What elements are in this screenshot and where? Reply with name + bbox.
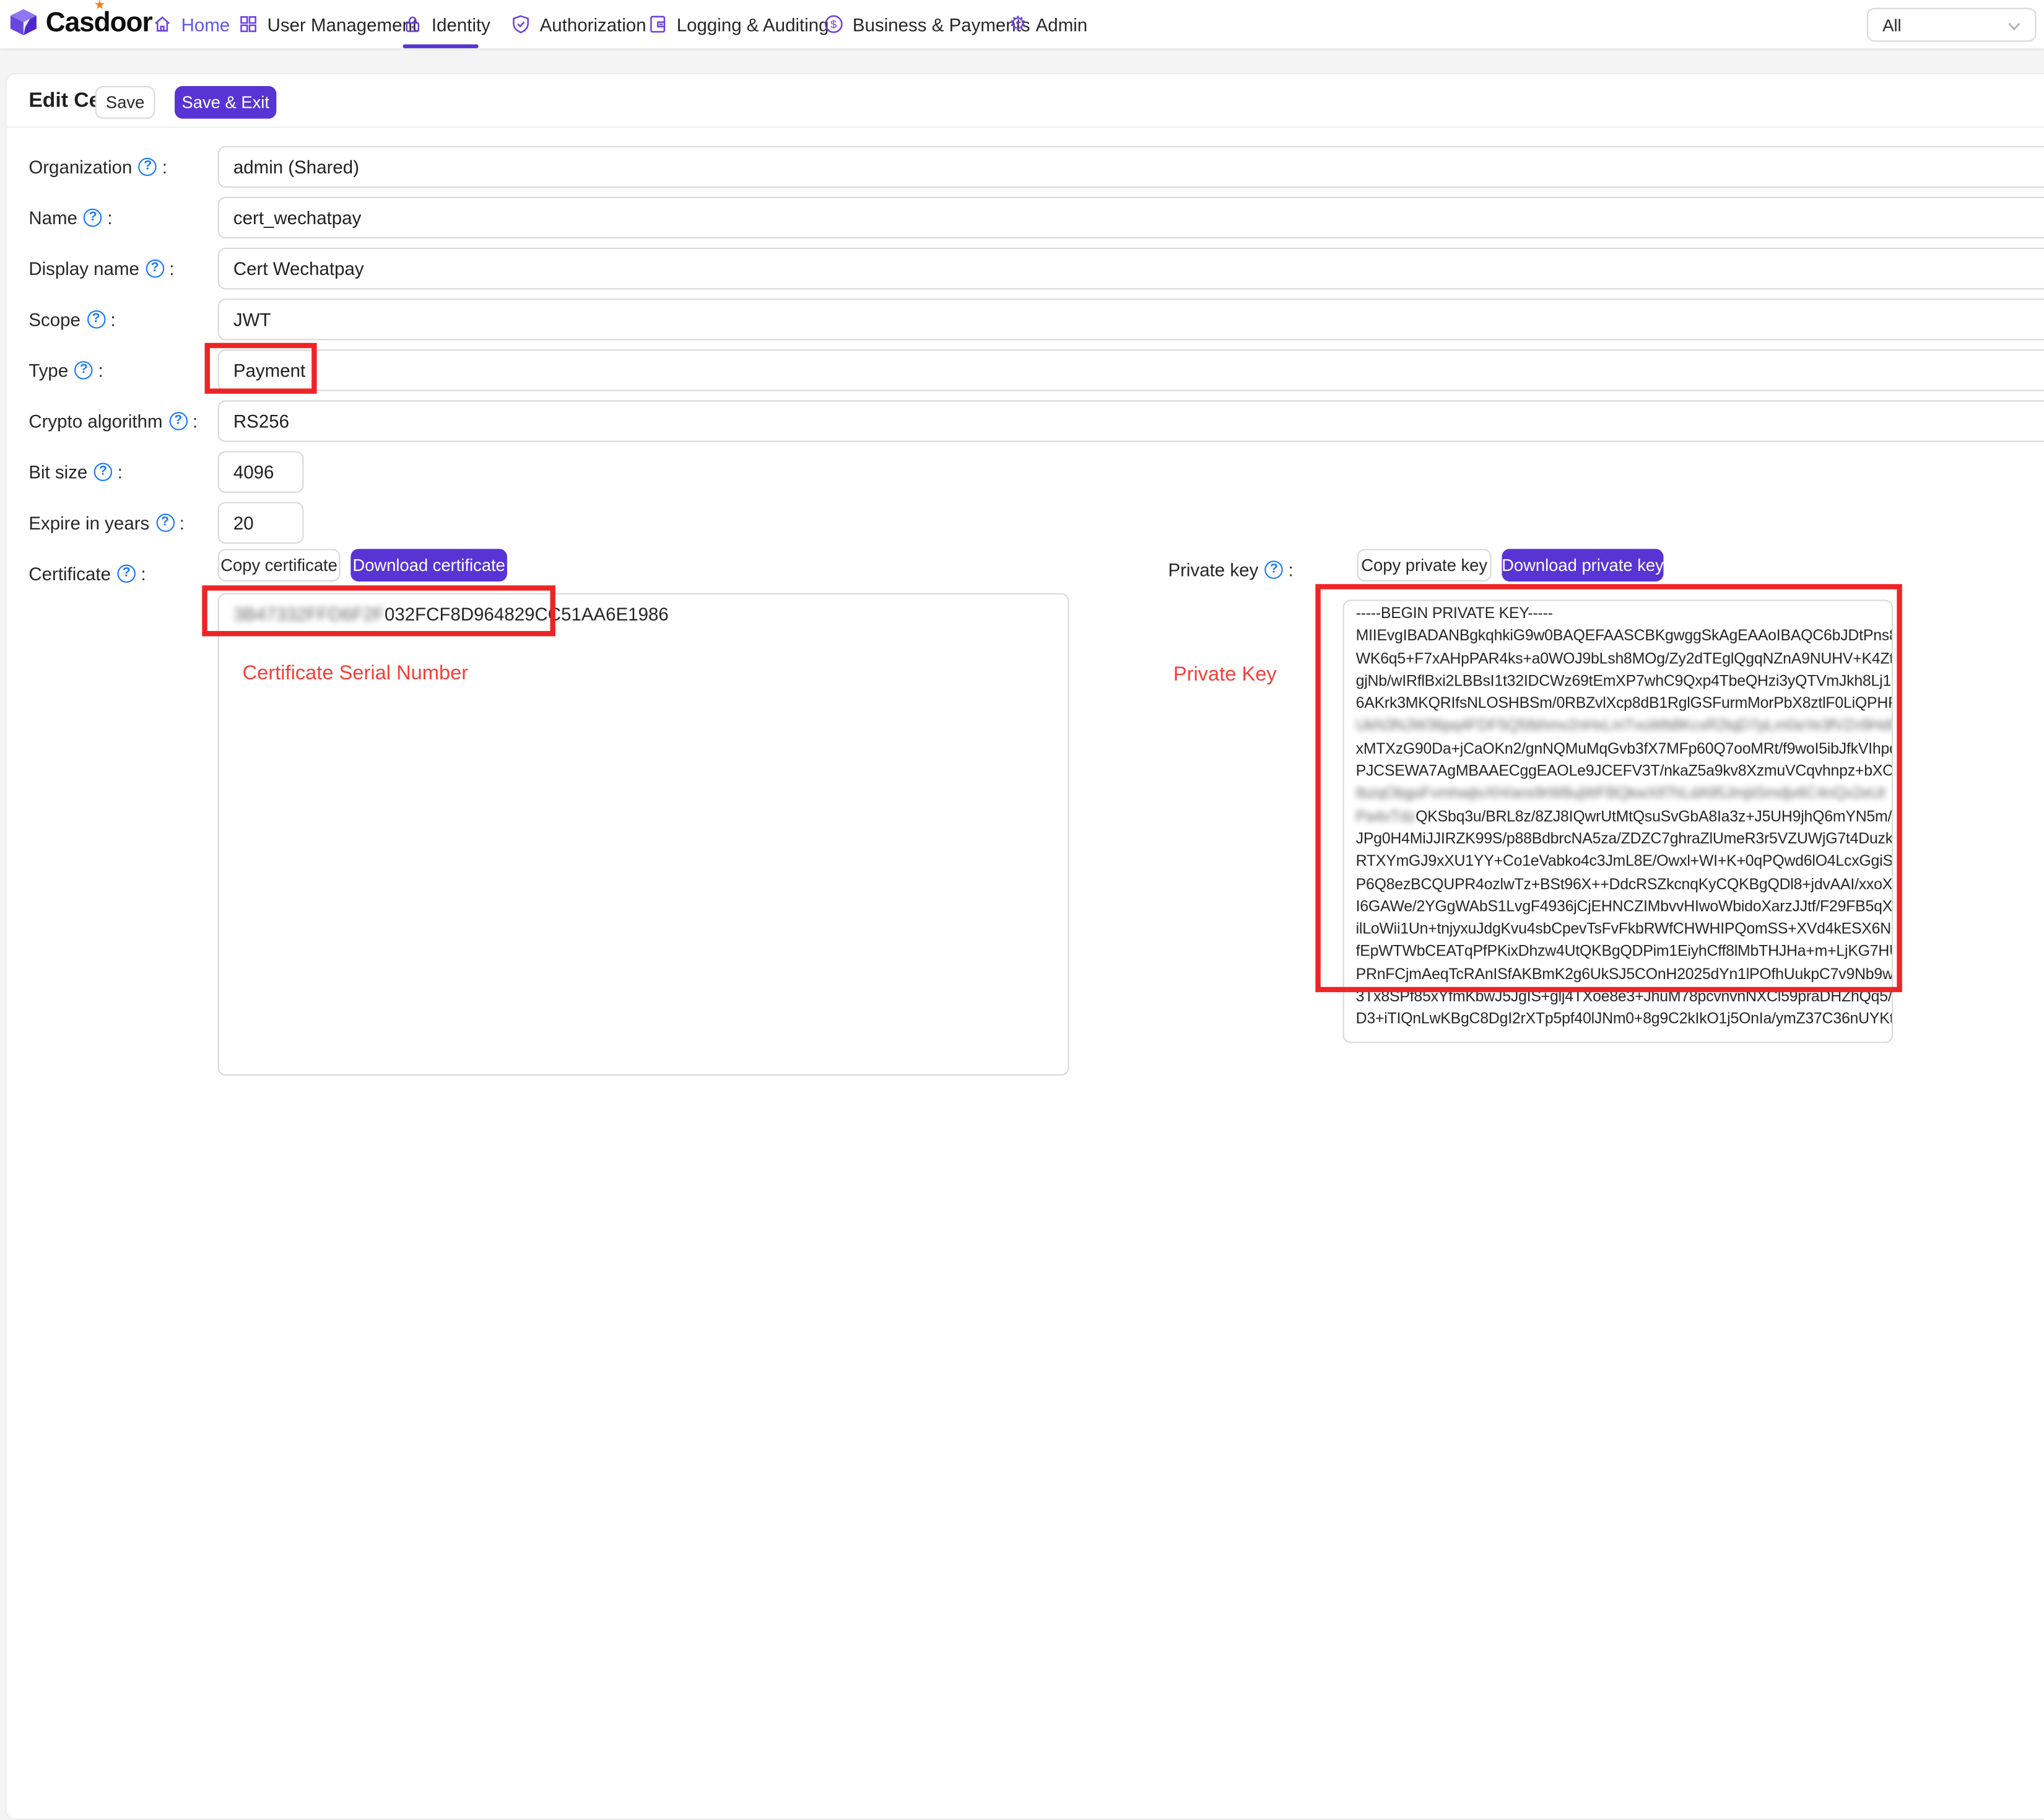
bit-size-label: Bit size?: (28, 459, 123, 485)
annotation-text-cert-serial: Certificate Serial Number (243, 663, 469, 686)
annotation-text-private-key: Private Key (1173, 664, 1277, 687)
audit-log-icon (648, 14, 668, 34)
nav-label: Business & Payments (853, 14, 1030, 35)
redacted-key-segment: Pa4xTdz (1356, 807, 1416, 825)
redacted-key-line: IbzqObgoFvmhwjtvXH/ans9rW8ujWFBQkwXif7hL… (1356, 783, 1880, 805)
nav-label: Home (181, 14, 230, 35)
help-icon[interactable]: ? (75, 361, 93, 379)
scope-select[interactable]: JWT (218, 298, 2044, 340)
help-icon[interactable]: ? (139, 158, 157, 176)
private-key-content: -----BEGIN PRIVATE KEY----- MIIEvgIBADAN… (1344, 601, 1892, 1031)
casdoor-cube-icon (8, 6, 40, 41)
help-icon[interactable]: ? (118, 565, 136, 583)
casdoor-logo[interactable]: Casdoor ★ (8, 4, 152, 43)
help-icon[interactable]: ? (84, 209, 102, 227)
nav-item-authorization[interactable]: Authorization (511, 0, 646, 48)
redacted-key-line: UkN3NJW36pq4FDF5Q5Ibhmv2nHxLmTvuWb8KcxR2… (1356, 715, 1880, 738)
save-button[interactable]: Save (95, 86, 155, 119)
organization-select[interactable]: admin (Shared) (218, 146, 2044, 188)
nav-label: User Management (267, 14, 417, 35)
serial-visible-part: 032FCF8D964829CC51AA6E1986 (385, 604, 669, 625)
organization-filter-select[interactable]: All (1867, 8, 2037, 42)
home-icon (152, 14, 172, 34)
help-icon[interactable]: ? (156, 514, 174, 532)
display-name-label: Display name?: (28, 256, 174, 282)
lock-icon (403, 14, 423, 34)
gear-icon: ⚙ (1009, 14, 1027, 34)
help-icon[interactable]: ? (169, 412, 187, 430)
help-icon[interactable]: ? (146, 259, 163, 277)
nav-item-user-management[interactable]: User Management (238, 0, 417, 48)
expire-in-years-input[interactable]: 20 (218, 502, 304, 544)
casdoor-edit-cert-page: Casdoor ★ Home User Management Identity (0, 0, 2044, 1011)
copy-certificate-button[interactable]: Copy certificate (218, 549, 341, 581)
nav-item-admin[interactable]: ⚙ Admin (1009, 0, 1088, 48)
svg-text:$: $ (830, 18, 837, 30)
nav-label: Admin (1036, 14, 1088, 35)
private-key-textarea[interactable]: -----BEGIN PRIVATE KEY----- MIIEvgIBADAN… (1343, 599, 1893, 1043)
scope-label: Scope?: (28, 307, 115, 333)
nav-label: Logging & Auditing (677, 14, 829, 35)
organization-label: Organization?: (28, 154, 167, 180)
shield-check-icon (511, 14, 531, 34)
certificate-serial-value: 3B47332FFD6F2F032FCF8D964829CC51AA6E1986 (219, 594, 1068, 634)
active-tab-underline (403, 45, 479, 48)
copy-private-key-button[interactable]: Copy private key (1357, 549, 1492, 581)
nav-item-home[interactable]: Home (152, 0, 230, 48)
nav-item-business-payments[interactable]: $ Business & Payments (824, 0, 1030, 48)
organization-filter-value: All (1882, 15, 1901, 35)
appstore-grid-icon (238, 14, 258, 34)
type-label: Type?: (28, 357, 103, 383)
name-input[interactable]: cert_wechatpay (218, 197, 2044, 238)
nav-label: Authorization (540, 14, 646, 35)
crypto-algorithm-label: Crypto algorithm?: (28, 408, 198, 434)
top-nav-bar: Casdoor ★ Home User Management Identity (0, 0, 2044, 48)
nav-item-identity[interactable]: Identity (403, 0, 490, 48)
nav-item-logging-auditing[interactable]: Logging & Auditing (648, 0, 828, 48)
save-exit-button[interactable]: Save & Exit (175, 86, 276, 119)
nav-label: Identity (432, 14, 490, 35)
help-icon[interactable]: ? (87, 310, 105, 328)
crypto-algorithm-select[interactable]: RS256 (218, 400, 2044, 442)
download-private-key-button[interactable]: Download private key (1502, 549, 1663, 581)
certificate-label: Certificate?: (28, 560, 146, 586)
chevron-down-icon (2007, 15, 2020, 35)
type-select[interactable]: Payment (218, 349, 2044, 391)
expire-in-years-label: Expire in years?: (28, 510, 185, 536)
serial-redacted-part: 3B47332FFD6F2F (233, 604, 385, 625)
header-divider (5, 126, 2044, 128)
bit-size-input[interactable]: 4096 (218, 451, 304, 492)
download-certificate-button[interactable]: Download certificate (350, 549, 507, 581)
brand-star-icon: ★ (94, 0, 106, 13)
name-label: Name?: (28, 205, 112, 231)
private-key-label: Private key?: (1168, 557, 1293, 583)
dollar-circle-icon: $ (824, 14, 844, 34)
help-icon[interactable]: ? (1265, 560, 1283, 578)
help-icon[interactable]: ? (94, 463, 112, 481)
display-name-input[interactable]: Cert Wechatpay (218, 248, 2044, 289)
